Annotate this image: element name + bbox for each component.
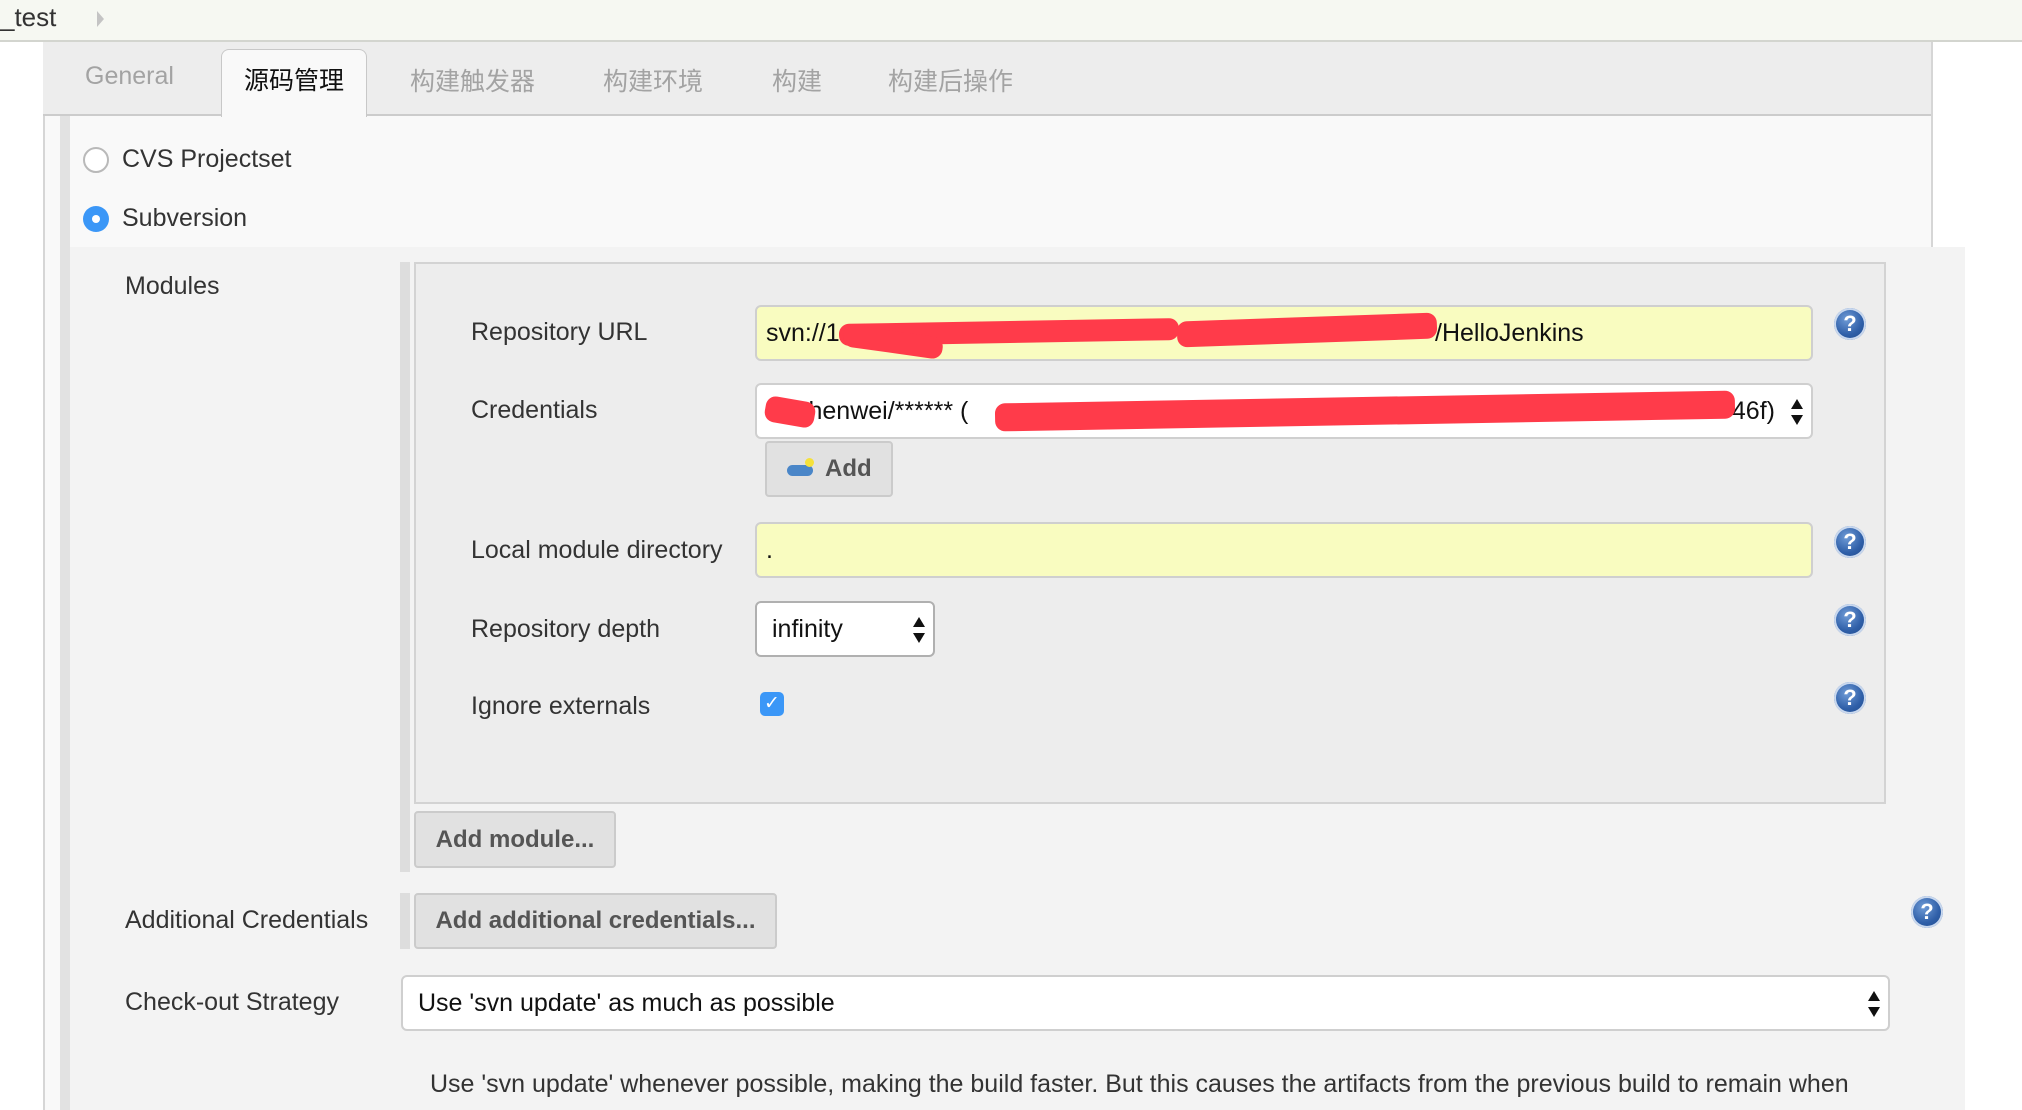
add-credentials-button[interactable]: Add	[765, 441, 893, 497]
modules-indent-bar	[400, 262, 410, 872]
tab-general[interactable]: General	[85, 62, 174, 91]
tab-build-environment[interactable]: 构建环境	[603, 62, 703, 98]
tab-source-code-management[interactable]: 源码管理	[221, 49, 367, 117]
help-icon-repository-depth[interactable]: ?	[1834, 604, 1866, 636]
add-additional-credentials-button[interactable]: Add additional credentials...	[414, 893, 777, 949]
local-module-directory-input[interactable]: .	[755, 522, 1813, 578]
add-credentials-label: Add	[825, 455, 872, 482]
help-icon-repository-url[interactable]: ?	[1834, 308, 1866, 340]
help-icon-local-module-directory[interactable]: ?	[1834, 526, 1866, 558]
checkout-strategy-label: Check-out Strategy	[125, 988, 339, 1016]
repository-depth-label: Repository depth	[471, 615, 661, 643]
radio-checked[interactable]	[83, 205, 109, 232]
select-arrows-icon	[1868, 991, 1880, 1017]
ignore-externals-label: Ignore externals	[471, 692, 651, 720]
tab-post-build-actions[interactable]: 构建后操作	[888, 62, 1013, 98]
add-module-button[interactable]: Add module...	[414, 811, 616, 868]
tab-build[interactable]: 构建	[772, 62, 822, 98]
tab-bar: General 源码管理 构建触发器 构建环境 构建 构建后操作	[43, 42, 1931, 117]
radio-unchecked[interactable]	[83, 146, 109, 173]
page-margin	[1966, 42, 2022, 1110]
checkout-strategy-value: Use 'svn update' as much as possible	[418, 989, 835, 1017]
key-icon-spark	[805, 458, 814, 467]
credentials-value-end: 46f)	[1731, 397, 1775, 425]
triangle-right-icon[interactable]	[97, 11, 104, 27]
ignore-externals-checkbox[interactable]: ✓	[760, 692, 784, 716]
section-indent-bar	[60, 116, 70, 1110]
scm-option-subversion[interactable]: Subversion	[83, 204, 247, 233]
redaction-mark	[1176, 312, 1438, 348]
select-arrows-icon	[913, 617, 925, 643]
help-icon-ignore-externals[interactable]: ?	[1834, 682, 1866, 714]
checkout-strategy-select[interactable]: Use 'svn update' as much as possible	[401, 975, 1890, 1031]
help-icon-additional-credentials[interactable]: ?	[1911, 896, 1943, 928]
repository-depth-value: infinity	[772, 615, 843, 643]
scm-option-label: CVS Projectset	[122, 145, 292, 173]
redaction-mark	[994, 390, 1736, 432]
modules-label: Modules	[125, 272, 220, 300]
checkout-strategy-description: Use 'svn update' whenever possible, maki…	[430, 1070, 1849, 1098]
tab-build-triggers[interactable]: 构建触发器	[410, 62, 535, 98]
local-module-directory-label: Local module directory	[471, 536, 723, 564]
scm-option-cvs-projectset[interactable]: CVS Projectset	[83, 145, 292, 174]
credentials-select[interactable]: zhenwei/****** ( 46f)	[755, 383, 1813, 439]
select-arrows-icon	[1791, 399, 1803, 425]
additional-credentials-indent-bar	[400, 893, 410, 949]
repository-url-label: Repository URL	[471, 318, 648, 346]
repository-url-prefix: svn://1	[766, 319, 840, 347]
breadcrumb-job-name[interactable]: _test	[0, 2, 56, 33]
additional-credentials-label: Additional Credentials	[125, 906, 369, 934]
repository-url-input[interactable]: svn://1 /HelloJenkins	[755, 305, 1813, 361]
repository-url-suffix: /HelloJenkins	[1435, 319, 1584, 347]
top-header: _test	[0, 0, 2022, 42]
scm-option-label: Subversion	[122, 204, 248, 232]
credentials-label: Credentials	[471, 396, 598, 424]
repository-depth-select[interactable]: infinity	[755, 601, 935, 657]
